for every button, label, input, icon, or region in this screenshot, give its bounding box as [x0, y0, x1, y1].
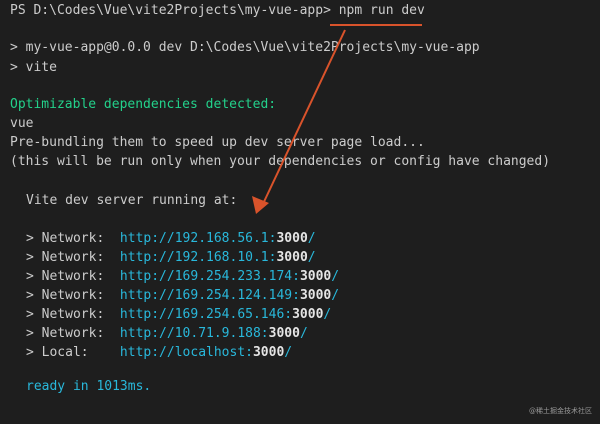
- arrow-shaft: [261, 29, 346, 207]
- annotation-arrow: [252, 29, 346, 214]
- terminal-output[interactable]: PS D:\Codes\Vue\vite2Projects\my-vue-app…: [0, 0, 600, 424]
- watermark: @稀土掘金技术社区: [529, 407, 592, 415]
